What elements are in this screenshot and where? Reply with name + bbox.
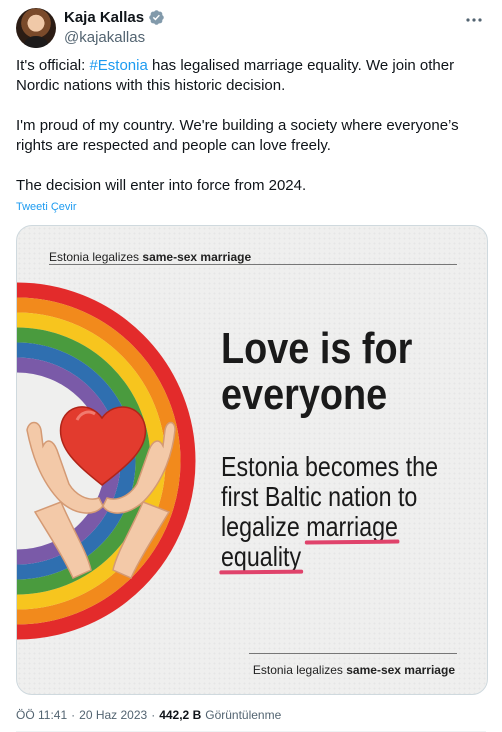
translate-tweet-link[interactable]: Tweeti Çevir: [16, 201, 77, 213]
subhead-line-3-prefix: legalize: [221, 511, 307, 542]
caption-prefix: Estonia legalizes: [49, 250, 143, 264]
verified-badge-icon[interactable]: [148, 9, 165, 26]
author-name[interactable]: Kaja Kallas: [64, 9, 144, 26]
tweet-image[interactable]: Estonia legalizes same-sex marriage Love…: [16, 225, 488, 695]
meta-separator: ·: [151, 708, 156, 722]
card-bottom-caption: Estonia legalizes same-sex marriage: [253, 663, 455, 677]
subhead-line-3: legalize marriage: [221, 512, 470, 542]
caption-bold: same-sex marriage: [142, 250, 252, 264]
image-headline: Love is for everyone: [221, 326, 445, 418]
subhead-underlined-word: equality: [221, 541, 302, 572]
tweet-header: Kaja Kallas @kajakallas: [16, 6, 486, 48]
tweet-date[interactable]: 20 Haz 2023: [79, 708, 147, 722]
tweet-meta: ÖÖ 11:41 · 20 Haz 2023 · 442,2 B Görüntü…: [16, 708, 281, 722]
card-top-divider: [49, 264, 457, 265]
tweet-text: It's official: #Estonia has legalised ma…: [16, 56, 486, 216]
subhead-line-2: first Baltic nation to: [221, 481, 418, 512]
avatar[interactable]: [16, 8, 56, 48]
author-name-row: Kaja Kallas: [64, 9, 165, 26]
views-label: Görüntülenme: [205, 708, 282, 722]
caption-bold: same-sex marriage: [346, 663, 455, 677]
rainbow-hands-heart-illustration: [17, 282, 196, 640]
image-subheadline: Estonia becomes the first Baltic nation …: [221, 452, 470, 572]
subhead-line-1: Estonia becomes the: [221, 451, 439, 482]
tweet-paragraph-1: It's official: #Estonia has legalised ma…: [16, 56, 486, 96]
tweet-text-segment: It's official:: [16, 57, 90, 74]
tweet-paragraph-2: I'm proud of my country. We're building …: [16, 117, 459, 154]
caption-prefix: Estonia legalizes: [252, 663, 347, 677]
tweet-time[interactable]: ÖÖ 11:41: [16, 708, 67, 722]
card-top-caption: Estonia legalizes same-sex marriage: [49, 250, 251, 264]
tweet-paragraph-3: The decision will enter into force from …: [16, 177, 307, 194]
hashtag-link[interactable]: #Estonia: [89, 57, 147, 74]
views-count: 442,2 B: [159, 708, 202, 722]
meta-separator: ·: [71, 708, 76, 722]
card-bottom-divider: [249, 653, 457, 654]
subhead-underlined-word: marriage: [306, 511, 398, 542]
headline-line-1: Love is for: [221, 324, 413, 373]
subhead-line-4: equality: [221, 542, 470, 572]
headline-line-2: everyone: [221, 370, 388, 419]
author-handle[interactable]: @kajakallas: [64, 29, 145, 46]
more-options-icon[interactable]: [464, 10, 484, 30]
